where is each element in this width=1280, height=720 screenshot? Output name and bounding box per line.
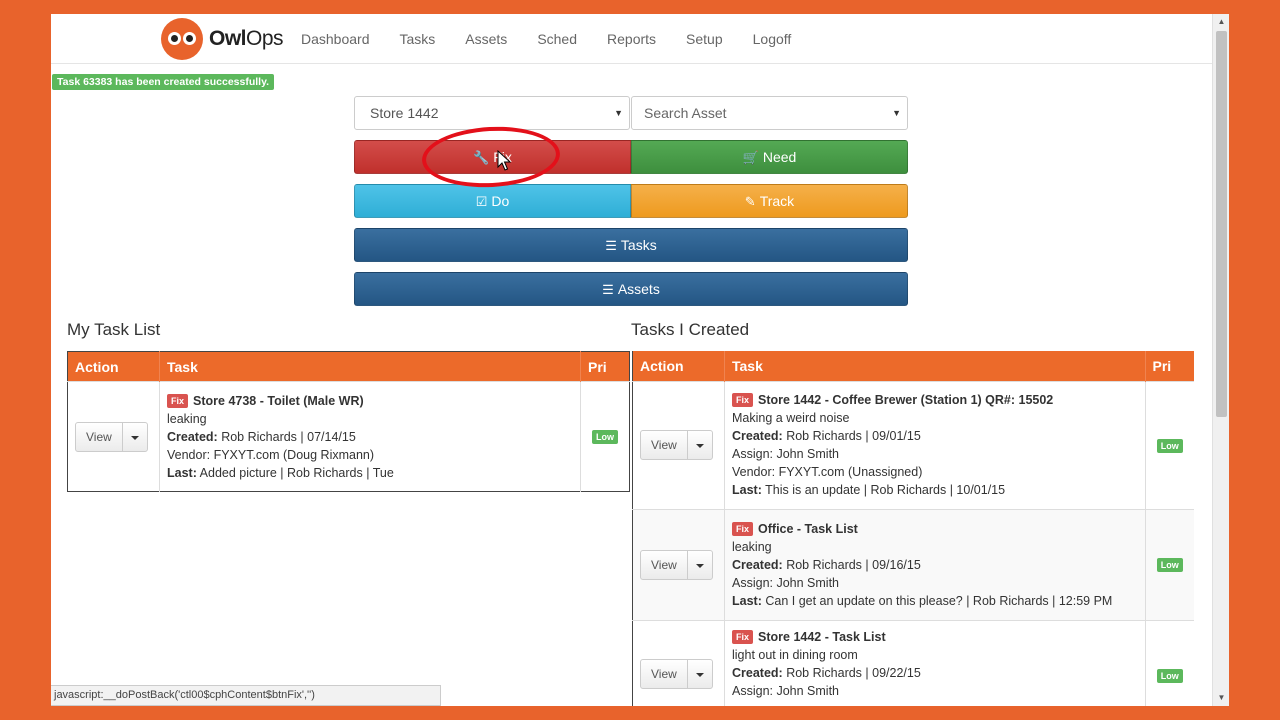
need-button[interactable]: 🛒 Need <box>631 140 908 174</box>
fix-badge: Fix <box>732 393 754 407</box>
table-row: View Fix Office - Task List leaking Creat… <box>632 508 1194 620</box>
view-button-group: View <box>640 430 713 460</box>
my-task-table: Action Task Pri View Fix Store 4738 - Toi… <box>67 351 630 492</box>
task-vendor: Vendor: FYXYT.com (Doug Rixmann) <box>167 447 375 462</box>
task-cell: Fix Office - Task List leaking Created: R… <box>724 508 1145 620</box>
priority-badge: Low <box>1156 668 1183 683</box>
logo[interactable]: OwlOps <box>161 17 284 61</box>
fix-badge: Fix <box>167 393 189 408</box>
my-task-list-title: My Task List <box>67 320 161 339</box>
header-pri: Pri <box>1144 351 1194 381</box>
nav-sched[interactable]: Sched <box>522 14 592 64</box>
dropdown-caret-button[interactable] <box>121 422 147 451</box>
task-assign: Assign: John Smith <box>732 683 839 698</box>
shopping-cart-icon: 🛒 <box>742 150 759 165</box>
fix-button[interactable]: 🔧 Fix <box>354 140 631 174</box>
asset-search-select[interactable]: Search Asset ▼ <box>631 96 908 130</box>
task-created: Rob Richards | 09/16/15 <box>786 557 921 572</box>
task-assign: Assign: John Smith <box>732 447 839 461</box>
navbar: OwlOps Dashboard Tasks Assets Sched Repo… <box>51 14 1212 64</box>
pencil-icon: ✎ <box>744 194 756 209</box>
nav-assets[interactable]: Assets <box>450 14 522 64</box>
task-title[interactable]: Store 1442 - Task List <box>758 630 886 644</box>
nav-menu: Dashboard Tasks Assets Sched Reports Set… <box>291 14 806 64</box>
scroll-up-arrow-icon[interactable]: ▲ <box>1213 14 1229 30</box>
checkbox-icon: ☑ <box>475 194 488 209</box>
header-pri: Pri <box>580 351 630 382</box>
task-last: This is an update | Rob Richards | 10/01… <box>765 483 1006 497</box>
list-icon: ☰ <box>605 238 617 253</box>
list-icon: ☰ <box>602 282 614 297</box>
task-last: Added picture | Rob Richards | Tue <box>199 465 394 480</box>
header-action: Action <box>632 351 725 381</box>
view-button-group: View <box>75 421 148 452</box>
do-button[interactable]: ☑ Do <box>354 184 631 218</box>
priority-badge: Low <box>1156 558 1183 572</box>
scroll-down-arrow-icon[interactable]: ▼ <box>1213 690 1229 706</box>
view-button-group: View <box>640 658 713 689</box>
browser-window: OwlOps Dashboard Tasks Assets Sched Repo… <box>51 14 1229 706</box>
nav-dashboard[interactable]: Dashboard <box>291 14 385 64</box>
nav-reports[interactable]: Reports <box>592 14 671 64</box>
task-created: Rob Richards | 07/14/15 <box>221 429 356 444</box>
task-created: Rob Richards | 09/22/15 <box>786 665 921 680</box>
track-button[interactable]: ✎ Track <box>631 184 908 218</box>
nav-logoff[interactable]: Logoff <box>738 14 807 64</box>
task-vendor: Vendor: FYXYT.com (Unassigned) <box>732 465 923 479</box>
task-cell: Fix Store 1442 - Coffee Brewer (Station 1… <box>724 380 1145 509</box>
view-button[interactable]: View <box>641 551 687 579</box>
tasks-button[interactable]: ☰ Tasks <box>354 228 908 262</box>
view-button[interactable]: View <box>76 423 122 451</box>
task-desc: leaking <box>732 539 772 554</box>
fix-badge: Fix <box>732 629 754 644</box>
task-desc: light out in dining room <box>732 647 858 662</box>
asset-select-value: Search Asset <box>644 105 727 121</box>
task-created: Rob Richards | 09/01/15 <box>786 429 921 443</box>
task-cell: Fix Store 4738 - Toilet (Male WR) leaking… <box>159 381 581 492</box>
owl-logo-icon <box>161 18 203 60</box>
table-row: View Fix Store 4738 - Toilet (Male WR) le… <box>67 381 630 492</box>
nav-setup[interactable]: Setup <box>671 14 738 64</box>
tasks-created-title: Tasks I Created <box>631 320 750 339</box>
table-row: View Fix Store 1442 - Task List light out… <box>632 619 1194 706</box>
view-button-group: View <box>640 549 713 580</box>
view-button[interactable]: View <box>641 660 687 688</box>
chevron-down-icon: ▼ <box>614 108 623 118</box>
task-cell: Fix Store 1442 - Task List light out in d… <box>724 619 1145 706</box>
header-task: Task <box>724 351 1145 381</box>
header-action: Action <box>67 351 160 382</box>
task-title[interactable]: Store 4738 - Toilet (Male WR) <box>193 394 364 408</box>
nav-tasks[interactable]: Tasks <box>385 14 451 64</box>
view-button[interactable]: View <box>641 431 687 459</box>
wrench-icon: 🔧 <box>473 150 490 165</box>
priority-badge: Low <box>592 430 618 444</box>
task-last: Can I get an update on this please? | Ro… <box>765 593 1113 608</box>
dropdown-caret-button[interactable] <box>686 431 712 459</box>
store-select-value: Store 1442 <box>370 105 439 121</box>
header-task: Task <box>159 351 581 382</box>
task-title[interactable]: Store 1442 - Coffee Brewer (Station 1) Q… <box>758 393 1053 407</box>
vertical-scrollbar[interactable]: ▲ ▼ <box>1212 14 1229 706</box>
success-alert: Task 63383 has been created successfully… <box>52 74 275 90</box>
task-title[interactable]: Office - Task List <box>758 522 858 536</box>
dropdown-caret-button[interactable] <box>686 659 712 688</box>
task-assign: Assign: John Smith <box>732 575 839 590</box>
assets-button[interactable]: ☰ Assets <box>354 272 908 306</box>
tasks-created-table: Action Task Pri View Fix Store 1442 - Cof… <box>632 351 1194 706</box>
table-row: View Fix Store 1442 - Coffee Brewer (Stat… <box>632 380 1194 509</box>
dropdown-caret-button[interactable] <box>686 550 712 579</box>
fix-badge: Fix <box>732 521 754 536</box>
scroll-thumb[interactable] <box>1216 31 1227 417</box>
store-select[interactable]: Store 1442 ▼ <box>354 96 630 130</box>
task-desc: leaking <box>167 411 207 426</box>
task-desc: Making a weird noise <box>732 411 850 425</box>
brand-name: OwlOps <box>209 27 284 50</box>
priority-badge: Low <box>1156 438 1183 453</box>
chevron-down-icon: ▼ <box>892 108 901 118</box>
browser-status-bar: javascript:__doPostBack('ctl00$cphConten… <box>51 685 441 706</box>
